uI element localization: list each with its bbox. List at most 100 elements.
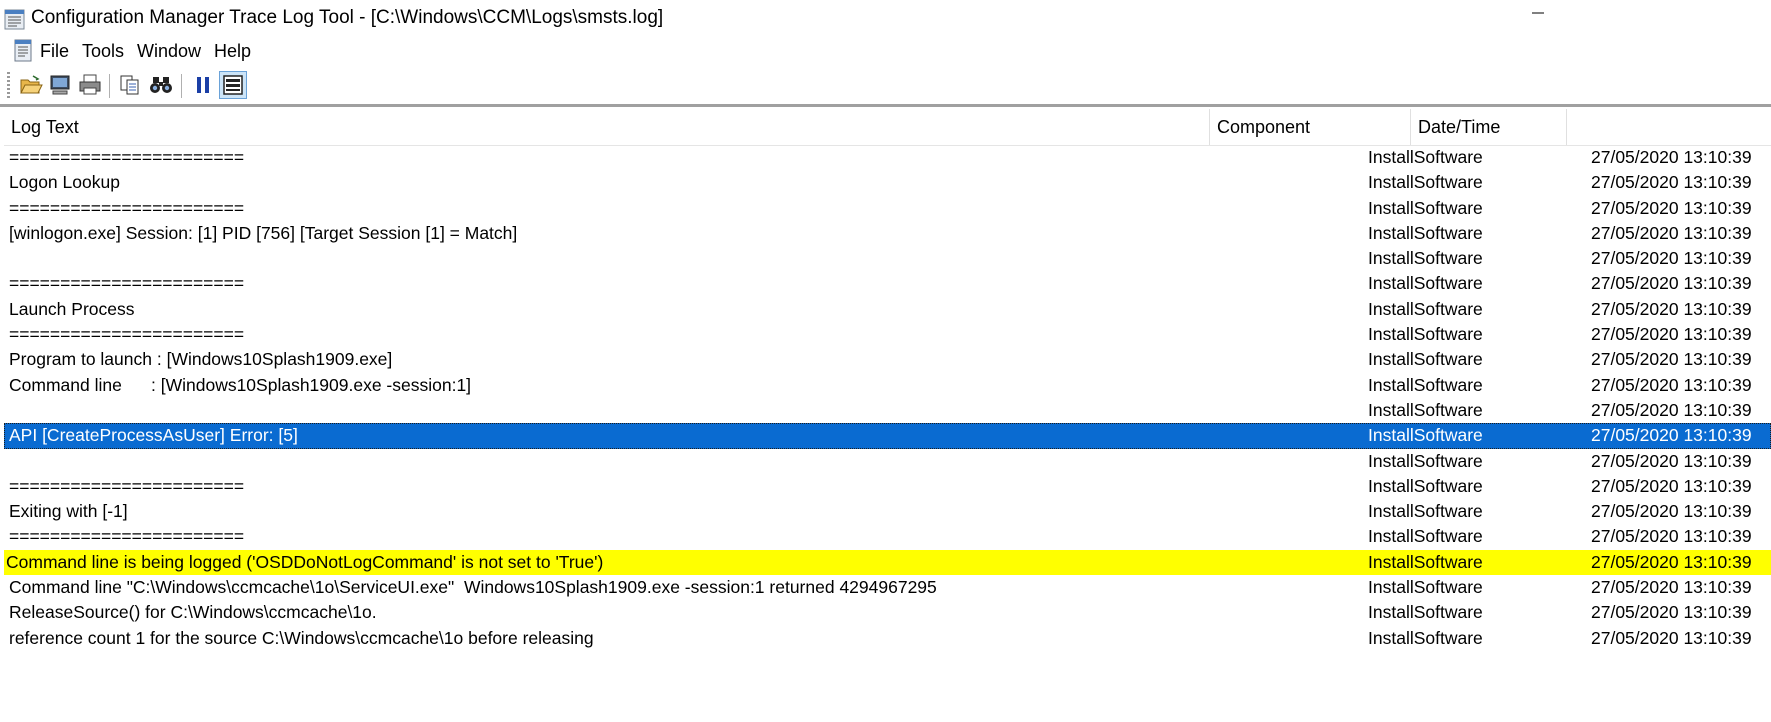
date-time-cell: 27/05/2020 13:10:39 [1591, 551, 1752, 572]
print-button[interactable] [76, 71, 104, 99]
title-bar: Configuration Manager Trace Log Tool - [… [0, 0, 1771, 36]
date-time-cell: 27/05/2020 13:10:39 [1591, 577, 1752, 598]
log-row[interactable]: API [CreateProcessAsUser] Error: [5] Inst… [4, 423, 1771, 449]
open-folder-icon [20, 75, 43, 94]
log-row[interactable]: [winlogon.exe] Session: [1] PID [756] [T… [4, 221, 1771, 246]
log-text-cell: ======================= [9, 324, 245, 345]
date-time-cell: 27/05/2020 13:10:39 [1591, 172, 1752, 193]
log-row[interactable]: ======================= InstallSoftware 27… [4, 322, 1771, 347]
component-cell: InstallSoftware [1368, 399, 1483, 420]
log-row[interactable]: Command line "C:\Windows\ccmcache\1o\Ser… [4, 575, 1771, 600]
log-row[interactable]: InstallSoftware 27/05/2020 13:10:39 [4, 449, 1771, 474]
date-time-cell: 27/05/2020 13:10:39 [1591, 374, 1752, 395]
log-row[interactable]: InstallSoftware 27/05/2020 13:10:39 [4, 246, 1771, 271]
log-text-cell: ======================= [9, 147, 245, 167]
column-header-date-time[interactable]: Date/Time [1411, 109, 1566, 145]
grid-header: Log Text Component Date/Time [4, 109, 1771, 146]
component-cell: InstallSoftware [1368, 374, 1483, 395]
open-button[interactable] [17, 71, 45, 99]
print-icon [79, 74, 101, 95]
log-row[interactable]: ======================= InstallSoftware 27… [4, 145, 1771, 170]
window-title: Configuration Manager Trace Log Tool - [… [31, 7, 664, 28]
highlight-button[interactable] [219, 71, 247, 99]
component-cell: InstallSoftware [1368, 551, 1483, 572]
component-cell: InstallSoftware [1368, 248, 1483, 269]
log-row[interactable]: ======================= InstallSoftware 27… [4, 196, 1771, 221]
date-time-cell: 27/05/2020 13:10:39 [1591, 602, 1752, 623]
highlight-icon [223, 75, 243, 95]
toolbar-separator [181, 74, 182, 98]
date-time-cell: 27/05/2020 13:10:39 [1591, 248, 1752, 269]
date-time-cell: 27/05/2020 13:10:39 [1591, 425, 1752, 446]
log-text-cell: ReleaseSource() for C:\Windows\ccmcache\… [9, 602, 377, 623]
toolbar [0, 66, 1771, 107]
copy-icon [120, 75, 139, 95]
minimize-icon [1532, 12, 1544, 14]
component-cell: InstallSoftware [1368, 526, 1483, 547]
document-icon [14, 39, 32, 62]
log-row[interactable]: Command line is being logged ('OSDDoNotL… [4, 549, 1771, 576]
log-text-cell [9, 246, 1204, 271]
log-row[interactable]: Launch Process InstallSoftware 27/05/2020 … [4, 297, 1771, 322]
find-icon [150, 77, 172, 93]
pause-button[interactable] [189, 71, 217, 99]
log-row[interactable]: ======================= InstallSoftware 27… [4, 474, 1771, 499]
component-cell: InstallSoftware [1368, 147, 1483, 167]
component-cell: InstallSoftware [1368, 324, 1483, 345]
date-time-cell: 27/05/2020 13:10:39 [1591, 222, 1752, 243]
date-time-cell: 27/05/2020 13:10:39 [1591, 526, 1752, 547]
find-button[interactable] [147, 71, 175, 99]
menu-window[interactable]: Window [133, 40, 205, 62]
minimize-button[interactable] [1516, 0, 1562, 34]
menu-tools[interactable]: Tools [78, 40, 128, 62]
log-text-cell [9, 449, 1204, 474]
component-cell: InstallSoftware [1368, 197, 1483, 218]
open-remote-button[interactable] [46, 71, 74, 99]
log-text-cell: Command line is being logged ('OSDDoNotL… [6, 551, 604, 572]
log-grid[interactable]: Log Text Component Date/Time ===========… [4, 109, 1771, 722]
menu-help[interactable]: Help [210, 40, 255, 62]
component-cell: InstallSoftware [1368, 501, 1483, 522]
log-row[interactable]: ReleaseSource() for C:\Windows\ccmcache\… [4, 600, 1771, 625]
component-cell: InstallSoftware [1368, 222, 1483, 243]
component-cell: InstallSoftware [1368, 172, 1483, 193]
log-text-cell: Exiting with [-1] [9, 501, 128, 522]
date-time-cell: 27/05/2020 13:10:39 [1591, 298, 1752, 319]
log-row[interactable]: Exiting with [-1] InstallSoftware 27/05/20… [4, 499, 1771, 524]
log-rows: ======================= InstallSoftware 27… [4, 145, 1771, 651]
log-text-cell: [winlogon.exe] Session: [1] PID [756] [T… [9, 222, 518, 243]
column-header-log-text[interactable]: Log Text [4, 109, 1209, 145]
log-text-cell: API [CreateProcessAsUser] Error: [5] [9, 425, 298, 446]
toolbar-grip[interactable] [7, 72, 10, 100]
log-row[interactable]: Command line : [Windows10Splash1909.exe … [4, 373, 1771, 398]
component-cell: InstallSoftware [1368, 602, 1483, 623]
component-cell: InstallSoftware [1368, 577, 1483, 598]
date-time-cell: 27/05/2020 13:10:39 [1591, 501, 1752, 522]
log-row[interactable]: InstallSoftware 27/05/2020 13:10:39 [4, 398, 1771, 423]
log-text-cell: ======================= [9, 197, 245, 218]
date-time-cell: 27/05/2020 13:10:39 [1591, 475, 1752, 496]
column-divider[interactable] [1566, 109, 1567, 145]
log-row[interactable]: ======================= InstallSoftware 27… [4, 524, 1771, 549]
log-row[interactable]: reference count 1 for the source C:\Wind… [4, 626, 1771, 651]
computer-icon [50, 75, 70, 95]
component-cell: InstallSoftware [1368, 349, 1483, 370]
copy-button[interactable] [116, 71, 144, 99]
log-text-cell: ======================= [9, 273, 245, 294]
date-time-cell: 27/05/2020 13:10:39 [1591, 450, 1752, 471]
log-row[interactable]: ======================= InstallSoftware 27… [4, 271, 1771, 296]
column-header-component[interactable]: Component [1210, 109, 1410, 145]
log-text-cell: ======================= [9, 475, 245, 496]
pause-icon [197, 77, 209, 93]
component-cell: InstallSoftware [1368, 450, 1483, 471]
log-text-cell: ======================= [9, 526, 245, 547]
date-time-cell: 27/05/2020 13:10:39 [1591, 273, 1752, 294]
app-icon [4, 9, 25, 30]
log-text-cell: Program to launch : [Windows10Splash1909… [9, 349, 393, 370]
date-time-cell: 27/05/2020 13:10:39 [1591, 349, 1752, 370]
log-text-cell [9, 398, 1204, 423]
log-row[interactable]: Program to launch : [Windows10Splash1909… [4, 347, 1771, 372]
log-row[interactable]: Logon Lookup InstallSoftware 27/05/2020 13… [4, 170, 1771, 195]
component-cell: InstallSoftware [1368, 627, 1483, 648]
menu-file[interactable]: File [36, 40, 73, 62]
